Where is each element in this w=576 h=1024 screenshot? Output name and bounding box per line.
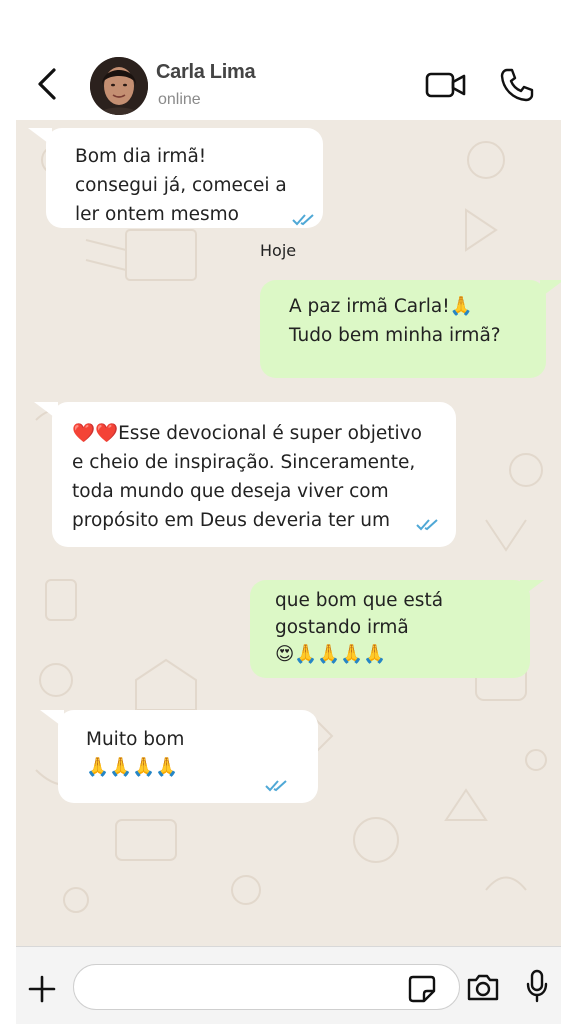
bubble-tail bbox=[40, 710, 64, 728]
phone-icon[interactable] bbox=[498, 66, 536, 104]
message-bubble-incoming[interactable]: Bom dia irmã! consegui já, comecei a ler… bbox=[28, 128, 323, 228]
read-ticks-icon bbox=[265, 780, 287, 792]
message-bubble-outgoing[interactable]: que bom que está gostando irmã 😍🙏🙏🙏🙏 bbox=[250, 580, 544, 678]
sticker-icon[interactable] bbox=[407, 974, 437, 1004]
microphone-icon[interactable] bbox=[525, 969, 549, 1003]
message-text: que bom que está gostando irmã 😍🙏🙏🙏🙏 bbox=[275, 590, 444, 665]
chat-header: Carla Lima online bbox=[0, 0, 576, 120]
message-bubble-incoming[interactable]: ❤️❤️Esse devocional é super objetivo e c… bbox=[34, 402, 456, 547]
message-text: Muito bom 🙏🙏🙏🙏 bbox=[86, 729, 185, 778]
bubble-tail bbox=[28, 128, 52, 146]
message-text: A paz irmã Carla!🙏 Tudo bem minha irmã? bbox=[289, 296, 501, 346]
bubble-tail bbox=[520, 580, 544, 598]
bubble-tail bbox=[34, 402, 58, 420]
camera-icon[interactable] bbox=[466, 971, 500, 1003]
message-input[interactable] bbox=[73, 964, 460, 1010]
bubble-tail bbox=[540, 280, 561, 298]
composer-bar bbox=[16, 946, 561, 1024]
back-arrow-icon[interactable] bbox=[30, 64, 66, 104]
video-camera-icon[interactable] bbox=[425, 68, 467, 102]
read-ticks-icon bbox=[292, 214, 314, 226]
message-text: Bom dia irmã! consegui já, comecei a ler… bbox=[75, 146, 287, 225]
profile-photo bbox=[90, 57, 148, 115]
message-bubble-incoming[interactable]: Muito bom 🙏🙏🙏🙏 bbox=[40, 710, 318, 803]
avatar[interactable] bbox=[90, 57, 148, 115]
day-separator: Hoje bbox=[260, 241, 297, 260]
chat-area[interactable]: Bom dia irmã! consegui já, comecei a ler… bbox=[16, 120, 561, 946]
message-bubble-outgoing[interactable]: A paz irmã Carla!🙏 Tudo bem minha irmã? bbox=[260, 280, 561, 378]
read-ticks-icon bbox=[416, 519, 438, 531]
contact-name[interactable]: Carla Lima bbox=[156, 61, 256, 84]
plus-icon[interactable] bbox=[26, 973, 58, 1005]
contact-status: online bbox=[158, 91, 201, 108]
message-text: ❤️❤️Esse devocional é super objetivo e c… bbox=[72, 423, 422, 531]
